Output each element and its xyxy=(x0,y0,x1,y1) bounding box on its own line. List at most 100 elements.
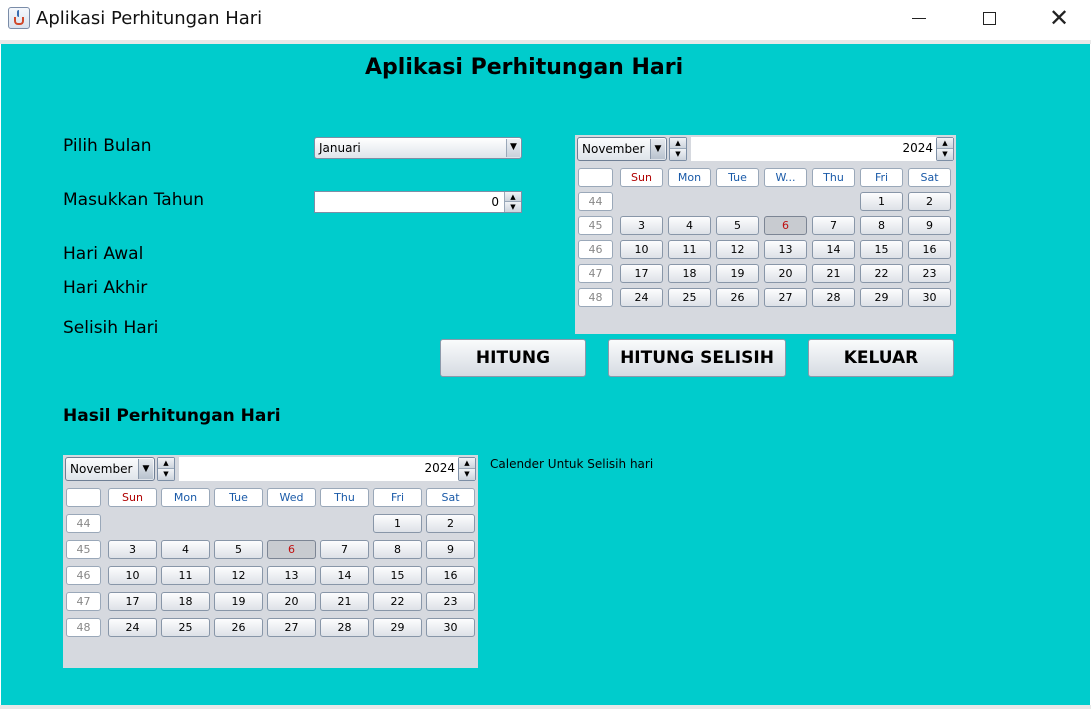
day-cell[interactable]: 1 xyxy=(373,514,422,533)
day-cell[interactable]: 8 xyxy=(860,216,903,235)
day-cell[interactable]: 21 xyxy=(812,264,855,283)
day-cell[interactable]: 18 xyxy=(161,592,210,611)
dropdown-arrow-icon[interactable]: ▼ xyxy=(138,459,153,479)
day-cell[interactable]: 23 xyxy=(426,592,475,611)
day-cell[interactable]: 13 xyxy=(267,566,316,585)
day-cell[interactable]: 22 xyxy=(860,264,903,283)
day-cell[interactable]: 18 xyxy=(668,264,711,283)
day-cell[interactable]: 23 xyxy=(908,264,951,283)
day-cell[interactable]: 15 xyxy=(860,240,903,259)
window-bottom-edge xyxy=(0,705,1091,709)
day-cell[interactable]: 22 xyxy=(373,592,422,611)
day-cell[interactable]: 14 xyxy=(320,566,369,585)
keluar-button[interactable]: KELUAR xyxy=(808,339,954,377)
spinner-up-icon[interactable]: ▲ xyxy=(670,138,686,149)
bulan-dropdown[interactable]: Januari ▼ xyxy=(314,137,522,159)
hitung-button[interactable]: HITUNG xyxy=(440,339,586,377)
spinner-up-icon[interactable]: ▲ xyxy=(158,458,174,469)
week-number: 48 xyxy=(578,288,613,307)
day-cell[interactable]: 28 xyxy=(812,288,855,307)
day-cell[interactable]: 24 xyxy=(620,288,663,307)
day-cell[interactable]: 6 xyxy=(267,540,316,559)
spinner-up-icon[interactable]: ▲ xyxy=(505,192,521,202)
day-cell[interactable]: 17 xyxy=(620,264,663,283)
week-number: 44 xyxy=(578,192,613,211)
day-cell[interactable]: 7 xyxy=(812,216,855,235)
day-cell[interactable]: 7 xyxy=(320,540,369,559)
day-cell[interactable]: 27 xyxy=(267,618,316,637)
calendar-year-value: 2024 xyxy=(424,461,455,475)
day-cell[interactable]: 25 xyxy=(668,288,711,307)
day-cell[interactable]: 3 xyxy=(620,216,663,235)
dropdown-arrow-icon[interactable]: ▼ xyxy=(650,139,665,159)
day-cell[interactable]: 26 xyxy=(716,288,759,307)
close-button[interactable]: ✕ xyxy=(1024,0,1091,36)
day-cell[interactable]: 5 xyxy=(214,540,263,559)
day-cell[interactable]: 5 xyxy=(716,216,759,235)
spinner-up-icon[interactable]: ▲ xyxy=(937,138,953,149)
day-cell[interactable]: 1 xyxy=(860,192,903,211)
day-cell[interactable]: 10 xyxy=(620,240,663,259)
calendar-year-spinner[interactable]: 2024 ▲ ▼ xyxy=(691,137,954,161)
week-number: 46 xyxy=(578,240,613,259)
maximize-button[interactable] xyxy=(954,0,1024,36)
spinner-down-icon[interactable]: ▼ xyxy=(158,469,174,480)
day-cell[interactable]: 2 xyxy=(426,514,475,533)
day-cell[interactable]: 13 xyxy=(764,240,807,259)
calendar-year-spinner[interactable]: 2024 ▲ ▼ xyxy=(179,457,476,481)
day-cell[interactable]: 8 xyxy=(373,540,422,559)
calendar-month-select[interactable]: November ▼ xyxy=(577,137,667,161)
spinner-down-icon[interactable]: ▼ xyxy=(670,149,686,160)
weekday-header: Wed xyxy=(267,488,316,507)
day-cell[interactable]: 12 xyxy=(716,240,759,259)
spinner-down-icon[interactable]: ▼ xyxy=(505,202,521,212)
selisih-calendar[interactable]: November ▼ ▲ ▼ 2024 ▲ ▼ Sun Mon Tue Wed Thu F… xyxy=(63,455,478,668)
month-spinner[interactable]: ▲ ▼ xyxy=(669,137,687,161)
close-icon: ✕ xyxy=(1048,4,1070,32)
day-cell[interactable]: 4 xyxy=(161,540,210,559)
day-cell[interactable]: 4 xyxy=(668,216,711,235)
day-cell[interactable]: 29 xyxy=(860,288,903,307)
day-cell[interactable]: 27 xyxy=(764,288,807,307)
day-cell[interactable]: 29 xyxy=(373,618,422,637)
day-cell[interactable]: 20 xyxy=(267,592,316,611)
day-cell[interactable]: 10 xyxy=(108,566,157,585)
day-cell[interactable]: 28 xyxy=(320,618,369,637)
day-cell[interactable]: 11 xyxy=(161,566,210,585)
day-cell[interactable]: 19 xyxy=(214,592,263,611)
day-cell[interactable]: 24 xyxy=(108,618,157,637)
day-cell[interactable]: 17 xyxy=(108,592,157,611)
day-cell[interactable]: 30 xyxy=(426,618,475,637)
date-calendar[interactable]: November ▼ ▲ ▼ 2024 ▲ ▼ Sun Mon Tue W... Thu… xyxy=(575,135,956,334)
spinner-down-icon[interactable]: ▼ xyxy=(459,469,475,480)
day-cell[interactable]: 9 xyxy=(426,540,475,559)
weekday-header: Sun xyxy=(108,488,157,507)
calendar-month-select[interactable]: November ▼ xyxy=(65,457,155,481)
day-cell[interactable]: 3 xyxy=(108,540,157,559)
masukkan-tahun-label: Masukkan Tahun xyxy=(63,190,205,210)
day-cell[interactable]: 26 xyxy=(214,618,263,637)
tahun-spinner[interactable]: 0 ▲ ▼ xyxy=(314,191,522,213)
day-cell[interactable]: 16 xyxy=(908,240,951,259)
day-cell[interactable]: 20 xyxy=(764,264,807,283)
spinner-up-icon[interactable]: ▲ xyxy=(459,458,475,469)
day-cell[interactable]: 6 xyxy=(764,216,807,235)
dropdown-arrow-icon[interactable]: ▼ xyxy=(506,139,520,157)
day-cell[interactable]: 25 xyxy=(161,618,210,637)
day-cell[interactable]: 16 xyxy=(426,566,475,585)
day-cell[interactable]: 9 xyxy=(908,216,951,235)
month-spinner[interactable]: ▲ ▼ xyxy=(157,457,175,481)
tahun-spinner-buttons: ▲ ▼ xyxy=(504,192,521,212)
hitung-selisih-button[interactable]: HITUNG SELISIH xyxy=(608,339,786,377)
day-cell[interactable]: 30 xyxy=(908,288,951,307)
day-cell[interactable]: 21 xyxy=(320,592,369,611)
day-cell[interactable]: 15 xyxy=(373,566,422,585)
day-cell[interactable]: 12 xyxy=(214,566,263,585)
day-cell[interactable]: 14 xyxy=(812,240,855,259)
minimize-button[interactable] xyxy=(884,0,954,36)
day-cell[interactable]: 19 xyxy=(716,264,759,283)
bulan-dropdown-value: Januari xyxy=(319,141,361,155)
day-cell[interactable]: 2 xyxy=(908,192,951,211)
day-cell[interactable]: 11 xyxy=(668,240,711,259)
spinner-down-icon[interactable]: ▼ xyxy=(937,149,953,160)
